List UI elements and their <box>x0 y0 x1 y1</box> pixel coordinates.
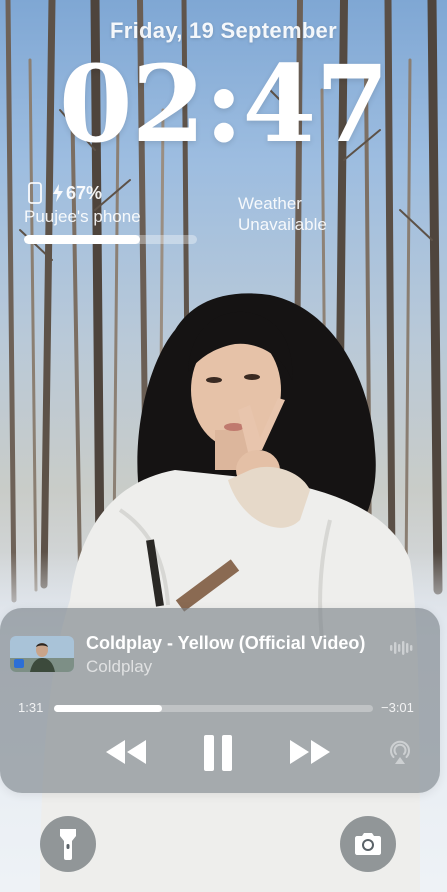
rewind-icon[interactable] <box>104 738 148 766</box>
flashlight-button[interactable] <box>40 816 96 872</box>
battery-status-row: 67% <box>24 180 199 206</box>
lockscreen-clock: 02:47 <box>58 41 389 166</box>
artwork-badge <box>14 659 24 668</box>
camera-button[interactable] <box>340 816 396 872</box>
airplay-icon[interactable] <box>387 739 413 765</box>
playback-progress-fill <box>54 705 163 712</box>
weather-label: Weather <box>238 194 302 213</box>
phone-icon <box>28 182 42 204</box>
weather-status: Unavailable <box>238 215 327 234</box>
playback-scrubber[interactable] <box>54 705 373 712</box>
battery-level-fill <box>24 235 140 244</box>
bolt-icon <box>53 184 63 202</box>
battery-widget[interactable]: 67% Puujee's phone <box>24 180 199 244</box>
album-artwork[interactable] <box>10 636 74 672</box>
device-name: Puujee's phone <box>24 207 141 226</box>
pause-icon[interactable] <box>200 734 236 772</box>
camera-icon <box>355 833 381 855</box>
weather-widget[interactable]: Weather Unavailable <box>238 193 327 235</box>
track-artist: Coldplay <box>86 657 153 676</box>
now-playing-card[interactable]: Coldplay - Yellow (Official Video) Coldp… <box>0 608 440 793</box>
elapsed-time: 1:31 <box>18 700 44 715</box>
battery-level-bar <box>24 235 197 244</box>
remaining-time: −3:01 <box>381 700 414 715</box>
waveform-icon <box>390 641 413 655</box>
track-title: Coldplay - Yellow (Official Video) <box>86 633 366 653</box>
battery-percentage: 67% <box>66 182 103 203</box>
flashlight-icon <box>60 829 76 860</box>
fast-forward-icon[interactable] <box>288 738 332 766</box>
